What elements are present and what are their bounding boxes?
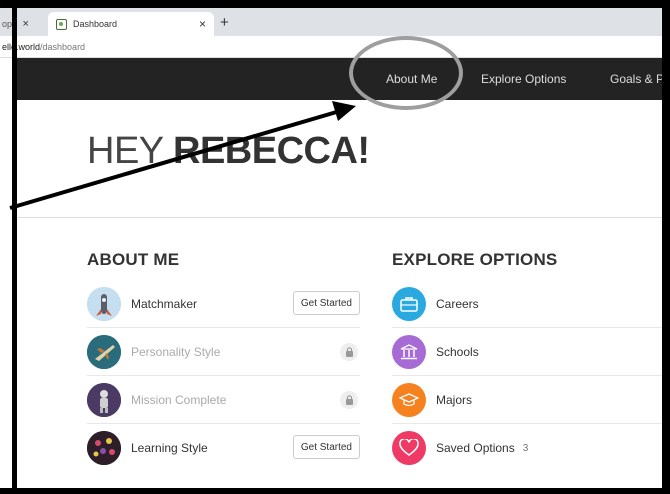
- graduation-cap-icon: [392, 382, 426, 417]
- heart-icon: [392, 431, 426, 465]
- frame-top: [0, 0, 670, 8]
- user-name: REBECCA!: [173, 130, 370, 172]
- flowers-icon: [87, 431, 121, 465]
- previous-tab[interactable]: op: ×: [0, 12, 48, 36]
- item-label: Matchmaker: [131, 296, 198, 311]
- explore-options-section: EXPLORE OPTIONS Careers Schools Majors S…: [392, 250, 662, 472]
- item-label: Careers: [436, 296, 479, 311]
- saved-count-badge: 3: [522, 442, 529, 454]
- browser-tab-strip: op: × Dashboard × +: [0, 8, 662, 36]
- school-building-icon: [392, 334, 426, 369]
- nav-goals[interactable]: Goals & P: [610, 72, 664, 86]
- item-label: Schools: [436, 344, 479, 359]
- get-started-button[interactable]: Get Started: [292, 435, 360, 459]
- list-item-learning-style[interactable]: Learning Style Get Started: [87, 424, 360, 472]
- page-title: HEY REBECCA!: [87, 130, 370, 173]
- frame-left: [12, 0, 17, 494]
- list-item-personality-style[interactable]: Personality Style: [87, 328, 360, 376]
- lock-icon: [340, 391, 358, 409]
- nav-explore-options[interactable]: Explore Options: [481, 72, 566, 86]
- list-item-schools[interactable]: Schools: [392, 328, 662, 376]
- frame-right: [662, 0, 670, 494]
- item-label: Majors: [436, 392, 473, 407]
- active-tab[interactable]: Dashboard ×: [48, 12, 214, 36]
- close-icon[interactable]: ×: [199, 17, 206, 31]
- address-path: /dashboard: [40, 41, 86, 52]
- list-item-matchmaker[interactable]: Matchmaker Get Started: [87, 280, 360, 328]
- briefcase-icon: [392, 286, 426, 321]
- item-label: Saved Options: [436, 441, 515, 455]
- item-label: Learning Style: [131, 441, 208, 455]
- address-bar[interactable]: ello.world/dashboard: [0, 36, 662, 58]
- site-nav: About Me Explore Options Goals & P: [17, 58, 664, 100]
- get-started-button[interactable]: Get Started: [292, 291, 360, 315]
- list-item-saved-options[interactable]: Saved Options 3: [392, 424, 662, 472]
- jet-icon: [87, 334, 121, 369]
- astronaut-icon: [87, 382, 121, 417]
- greeting-text: HEY: [87, 130, 174, 172]
- new-tab-button[interactable]: +: [220, 14, 229, 31]
- close-icon[interactable]: ×: [23, 18, 29, 30]
- item-label: Personality Style: [131, 344, 221, 359]
- tab-title: Dashboard: [73, 19, 118, 29]
- annotation-highlight-oval: [349, 36, 463, 110]
- rocket-launch-icon: [87, 286, 121, 321]
- address-host: ello.world: [2, 41, 41, 52]
- hero-banner: HEY REBECCA!: [17, 100, 662, 218]
- section-title: EXPLORE OPTIONS: [392, 250, 558, 269]
- item-label: Mission Complete: [131, 392, 227, 407]
- section-title: ABOUT ME: [87, 250, 180, 269]
- list-item-majors[interactable]: Majors: [392, 376, 662, 424]
- lock-icon: [340, 343, 358, 361]
- list-item-careers[interactable]: Careers: [392, 280, 662, 328]
- list-item-mission-complete[interactable]: Mission Complete: [87, 376, 360, 424]
- favicon-icon: [56, 18, 67, 30]
- about-me-section: ABOUT ME Matchmaker Get Started Personal…: [87, 250, 360, 472]
- frame-bottom: [0, 488, 670, 494]
